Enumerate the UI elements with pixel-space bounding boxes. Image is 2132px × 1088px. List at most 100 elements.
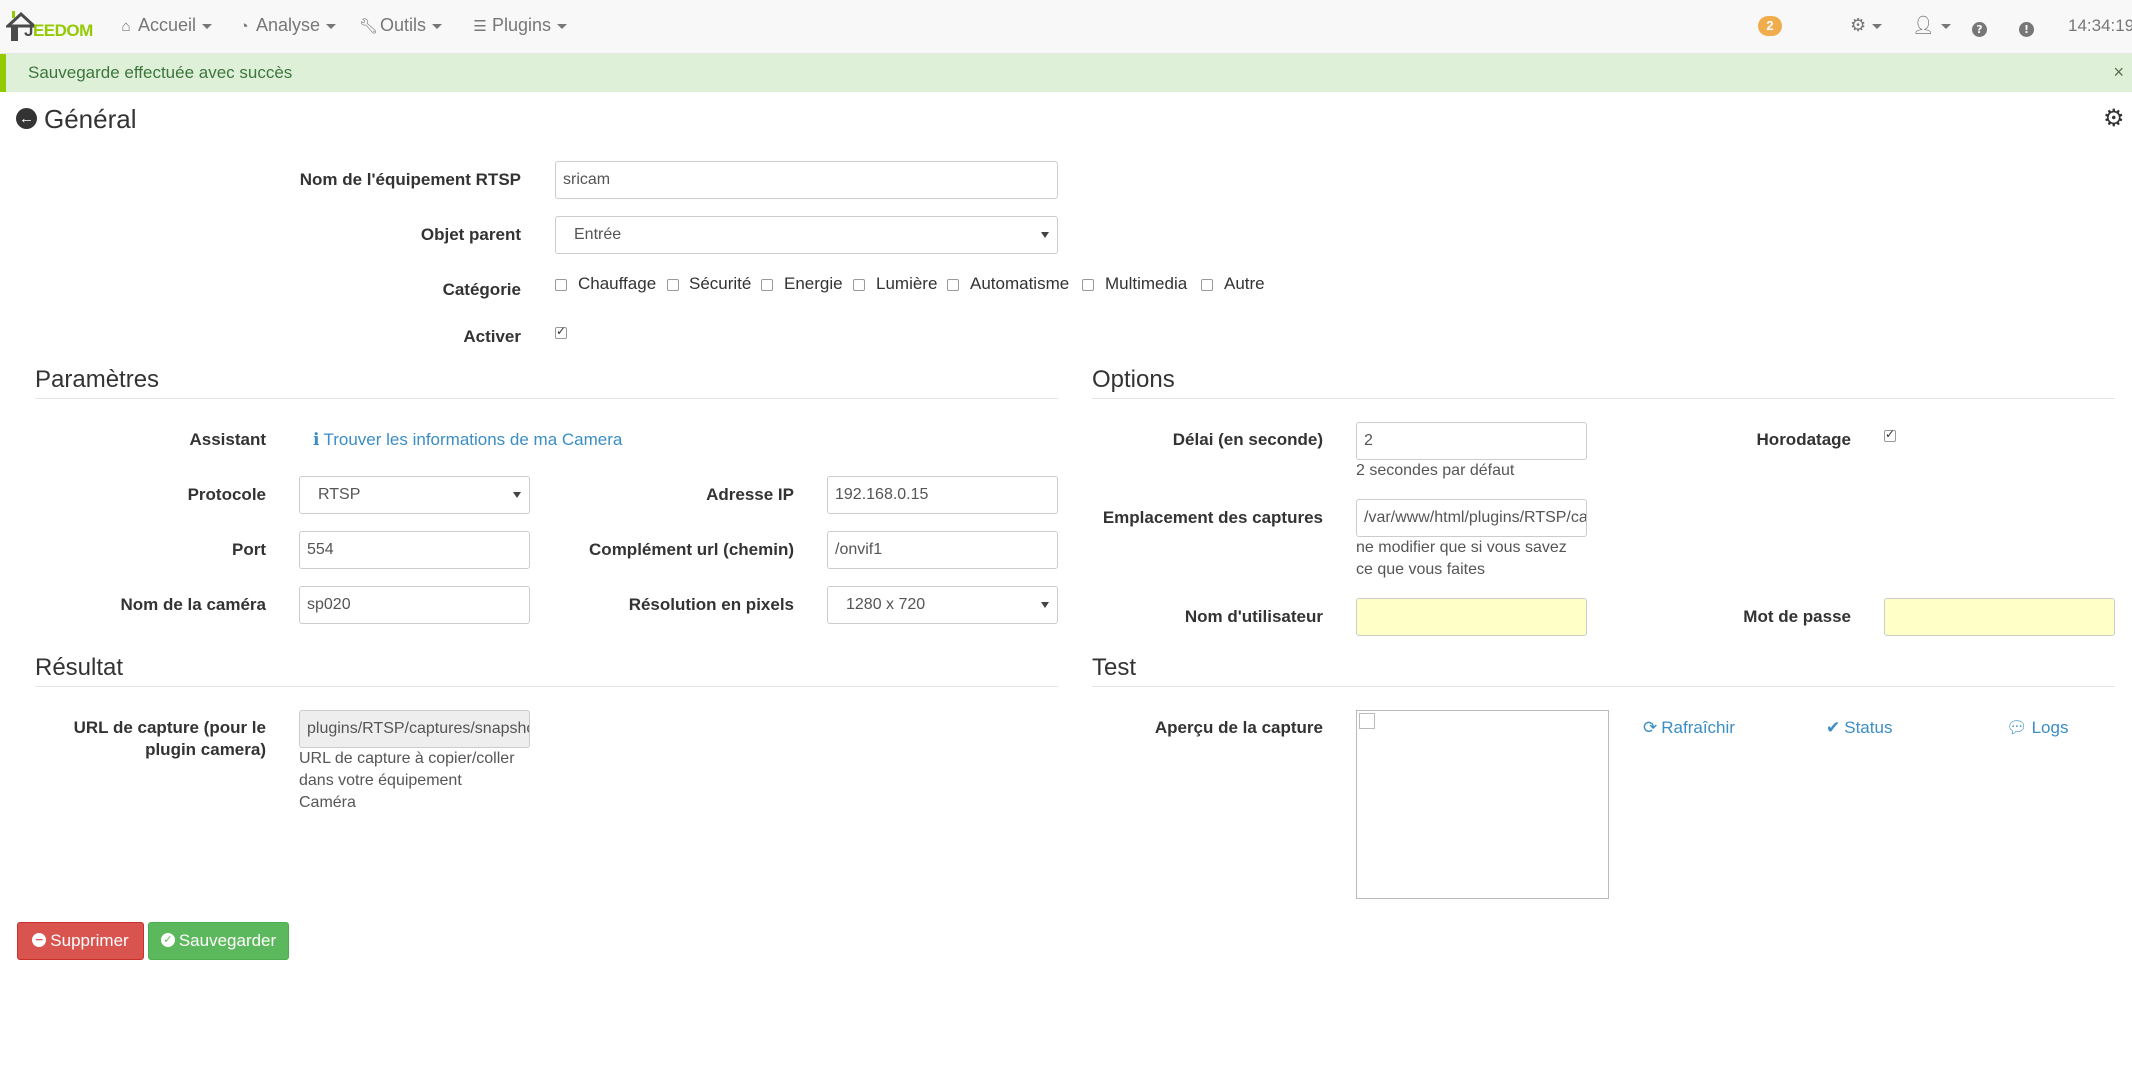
caret-down-icon	[202, 23, 213, 29]
check-icon: ✔	[1826, 718, 1841, 737]
logs-link[interactable]: 💬︎ Logs	[2006, 718, 2068, 738]
success-alert: Sauvegarde effectuée avec succès ×	[0, 54, 2132, 92]
help-button[interactable]: ?	[1972, 17, 1987, 38]
url-path-input[interactable]: /onvif1	[827, 531, 1058, 569]
section-divider	[35, 398, 1058, 399]
parent-object-select[interactable]: Entrée	[555, 216, 1058, 254]
activate-checkbox[interactable]	[555, 324, 567, 339]
equipment-name-label: Nom de l'équipement RTSP	[299, 170, 521, 189]
config-menu[interactable]: ⚙	[1850, 15, 1883, 36]
capture-preview-image	[1356, 710, 1609, 899]
logs-text: Logs	[2031, 718, 2069, 737]
section-divider	[35, 686, 1058, 687]
category-lumiere-checkbox[interactable]	[853, 279, 865, 291]
username-input[interactable]	[1356, 598, 1587, 636]
password-label: Mot de passe	[1743, 607, 1851, 626]
capture-url-input[interactable]: plugins/RTSP/captures/snapsho	[299, 710, 530, 748]
equipment-name-input[interactable]: sricam	[555, 161, 1058, 199]
menu-accueil[interactable]: ⌂ Accueil	[117, 15, 213, 36]
camera-name-input[interactable]: sp020	[299, 586, 530, 624]
capture-location-input[interactable]: /var/www/html/plugins/RTSP/ca	[1356, 499, 1587, 537]
capture-url-help-3: Caméra	[299, 794, 356, 811]
user-icon: 👤︎	[1912, 15, 1935, 35]
menu-accueil-label: Accueil	[138, 15, 197, 35]
capture-url-help-2: dans votre équipement	[299, 772, 462, 789]
caret-down-icon	[1940, 23, 1951, 29]
assistant-label: Assistant	[189, 430, 266, 449]
category-energie-checkbox[interactable]	[761, 279, 773, 291]
capture-url-label-1: URL de capture (pour le	[73, 718, 266, 737]
comment-icon: 💬︎	[2006, 718, 2028, 737]
check-circle-icon: ✓	[160, 932, 175, 947]
protocol-select[interactable]: RTSP	[299, 476, 530, 514]
menu-plugins[interactable]: ☰ Plugins	[471, 15, 568, 36]
menu-plugins-label: Plugins	[492, 15, 552, 35]
user-menu[interactable]: 👤︎	[1912, 15, 1951, 36]
notification-badge[interactable]: 2	[1758, 16, 1782, 36]
logo-text: JEEDOM	[24, 21, 93, 40]
category-chauffage-checkbox[interactable]	[555, 279, 567, 291]
refresh-text: Rafraîchir	[1661, 718, 1735, 737]
capture-url-label-2: plugin camera)	[145, 740, 266, 759]
camera-name-label: Nom de la caméra	[120, 595, 266, 614]
resolution-select[interactable]: 1280 x 720	[827, 586, 1058, 624]
question-circle-icon: ?	[1972, 22, 1987, 37]
category-label: Catégorie	[442, 280, 521, 299]
wrench-icon: 🔧︎	[359, 18, 379, 35]
menu-outils[interactable]: 🔧︎ Outils	[359, 15, 443, 36]
refresh-link[interactable]: ⟳ Rafraîchir	[1643, 718, 1735, 738]
delay-help-text: 2 secondes par défaut	[1356, 462, 1515, 479]
category-securite-checkbox[interactable]	[667, 279, 679, 291]
protocol-value: RTSP	[318, 486, 361, 503]
category-autre-checkbox[interactable]	[1201, 279, 1213, 291]
info-icon: ℹ	[313, 430, 320, 449]
page-title: ← Général	[16, 104, 137, 135]
capture-location-help-2: ce que vous faites	[1356, 561, 1485, 578]
category-securite-label: Sécurité	[689, 274, 752, 293]
category-automatisme-label: Automatisme	[970, 274, 1070, 293]
delete-button-label: Supprimer	[50, 931, 129, 950]
category-lumiere-label: Lumière	[876, 274, 938, 293]
password-input[interactable]	[1884, 598, 2115, 636]
find-camera-info-link[interactable]: ℹ Trouver les informations de ma Camera	[313, 430, 622, 450]
port-input[interactable]: 554	[299, 531, 530, 569]
menu-analyse[interactable]: ◔ Analyse	[235, 15, 337, 36]
broken-image-icon	[1359, 713, 1375, 729]
ip-address-label: Adresse IP	[706, 485, 794, 504]
caret-down-icon	[1872, 23, 1883, 29]
category-automatisme-checkbox[interactable]	[947, 279, 959, 291]
timestamp-checkbox[interactable]	[1884, 427, 1896, 442]
select-arrow-icon	[1041, 232, 1049, 238]
info-button[interactable]: !	[2019, 17, 2034, 38]
advanced-config-icon[interactable]: ⚙	[2103, 104, 2125, 133]
capture-preview-label: Aperçu de la capture	[1154, 718, 1323, 737]
clock: 14:34:19	[2068, 16, 2132, 35]
delay-input[interactable]: 2	[1356, 422, 1587, 460]
category-multimedia-checkbox[interactable]	[1082, 279, 1094, 291]
resultat-heading: Résultat	[35, 654, 124, 681]
status-link[interactable]: ✔ Status	[1826, 718, 1892, 738]
alert-close-button[interactable]: ×	[2113, 62, 2124, 83]
capture-location-label: Emplacement des captures	[1102, 508, 1323, 527]
username-label: Nom d'utilisateur	[1184, 607, 1323, 626]
category-chauffage-label: Chauffage	[578, 274, 657, 293]
category-multimedia-label: Multimedia	[1105, 274, 1188, 293]
page-title-text: Général	[44, 104, 137, 134]
cogs-icon: ⚙	[1850, 15, 1867, 35]
refresh-icon: ⟳	[1643, 718, 1658, 737]
delete-button[interactable]: − Supprimer	[17, 922, 144, 960]
alert-message: Sauvegarde effectuée avec succès	[28, 63, 293, 82]
delay-label: Délai (en seconde)	[1172, 430, 1323, 449]
back-arrow-icon[interactable]: ←	[16, 107, 37, 129]
resolution-value: 1280 x 720	[846, 596, 926, 613]
capture-location-help-1: ne modifier que si vous savez	[1356, 539, 1567, 556]
section-divider	[1092, 398, 2115, 399]
save-button[interactable]: ✓ Sauvegarder	[148, 922, 289, 960]
ip-address-input[interactable]: 192.168.0.15	[827, 476, 1058, 514]
menu-analyse-label: Analyse	[256, 15, 321, 35]
port-label: Port	[232, 540, 266, 559]
jeedom-logo[interactable]: JEEDOM	[4, 8, 93, 46]
capture-url-help-1: URL de capture à copier/coller	[299, 750, 515, 767]
test-heading: Test	[1092, 654, 1137, 681]
parent-object-label: Objet parent	[420, 225, 521, 244]
